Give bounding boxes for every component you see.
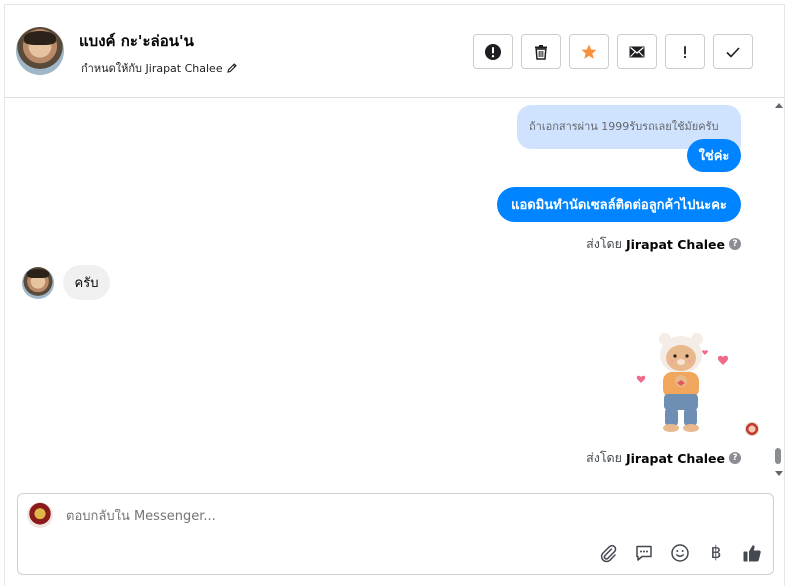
email-button[interactable] <box>617 34 657 69</box>
exclamation-icon <box>683 45 687 58</box>
pencil-icon[interactable] <box>226 62 238 74</box>
chat-bubble-icon <box>636 545 652 561</box>
star-button[interactable] <box>569 34 609 69</box>
reply-composer: ฿ <box>17 493 774 575</box>
sent-by-label: ส่งโดย Jirapat Chalee ? <box>586 448 741 468</box>
like-button[interactable] <box>741 542 763 564</box>
baht-icon: ฿ <box>710 543 722 563</box>
sent-by-label: ส่งโดย Jirapat Chalee ? <box>586 234 741 254</box>
help-icon[interactable]: ? <box>729 238 741 250</box>
important-button[interactable] <box>665 34 705 69</box>
star-icon <box>581 44 597 59</box>
paperclip-icon <box>600 544 617 563</box>
conversation-header: แบงค์ กะ'ะล่อน'น กำหนดให้กับ Jirapat Cha… <box>5 5 784 98</box>
scroll-down-arrow-icon[interactable] <box>775 471 783 476</box>
scrollbar-thumb[interactable] <box>775 448 781 464</box>
attach-button[interactable] <box>597 542 619 564</box>
checkmark-icon <box>726 46 740 58</box>
sent-by-name: Jirapat Chalee <box>626 236 725 252</box>
alert-button[interactable] <box>473 34 513 69</box>
assigned-to[interactable]: กำหนดให้กับ Jirapat Chalee <box>81 59 238 77</box>
sent-by-prefix: ส่งโดย <box>586 450 622 465</box>
composer-tools: ฿ <box>597 542 763 564</box>
scroll-up-arrow-icon[interactable] <box>775 103 783 108</box>
done-button[interactable] <box>713 34 753 69</box>
scrollbar[interactable] <box>772 99 784 489</box>
payment-button[interactable]: ฿ <box>705 542 727 564</box>
incoming-message[interactable]: ครับ <box>63 265 110 300</box>
contact-avatar-small[interactable] <box>22 267 54 299</box>
assigned-to-label: กำหนดให้กับ Jirapat Chalee <box>81 62 223 75</box>
message-thread[interactable]: ถ้าเอกสารผ่าน 1999รับรถเลยใช้มัยครับ ใช่… <box>5 99 784 489</box>
envelope-icon <box>629 46 645 57</box>
seen-by-avatar <box>745 422 759 436</box>
sent-by-name: Jirapat Chalee <box>626 450 725 466</box>
trash-icon <box>535 44 547 60</box>
thumbs-up-icon <box>743 545 761 562</box>
inbox-conversation-panel: แบงค์ กะ'ะล่อน'น กำหนดให้กับ Jirapat Cha… <box>4 4 785 586</box>
teddy-bear-sticker[interactable] <box>633 331 729 435</box>
header-actions <box>473 34 753 69</box>
contact-name[interactable]: แบงค์ กะ'ะล่อน'น <box>79 29 194 53</box>
sent-by-prefix: ส่งโดย <box>586 236 622 251</box>
outgoing-message[interactable]: แอดมินทำนัดเซลล์ติดต่อลูกค้าไปนะคะ <box>497 187 741 222</box>
contact-avatar[interactable] <box>16 27 64 75</box>
delete-button[interactable] <box>521 34 561 69</box>
reply-input[interactable] <box>66 509 666 524</box>
smiley-icon <box>671 544 689 562</box>
exclamation-circle-icon <box>485 43 501 60</box>
page-avatar <box>27 502 53 528</box>
emoji-button[interactable] <box>669 542 691 564</box>
outgoing-message[interactable]: ใช่ค่ะ <box>687 139 741 172</box>
help-icon[interactable]: ? <box>729 452 741 464</box>
saved-replies-button[interactable] <box>633 542 655 564</box>
